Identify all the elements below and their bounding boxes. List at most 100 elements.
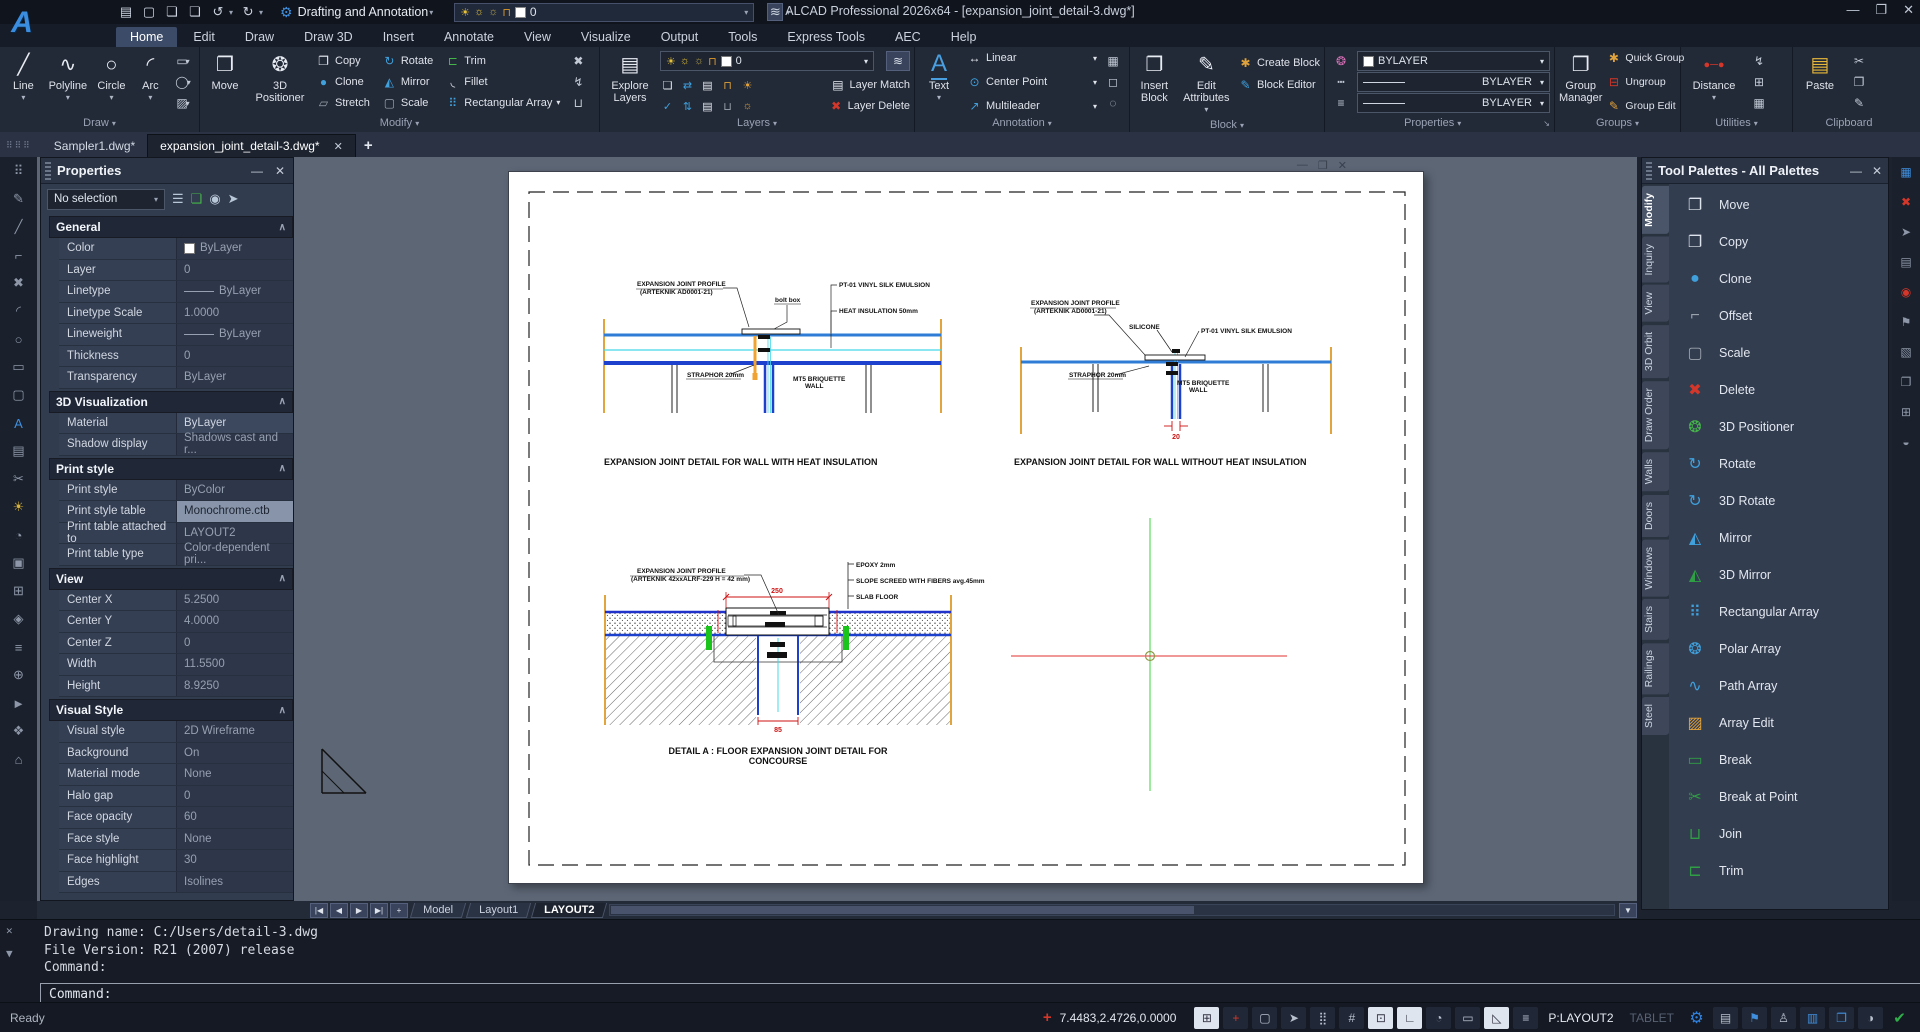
property-value[interactable]: 11.5500 [184,658,225,670]
delete-icon[interactable]: ✖ [566,52,590,70]
layer-tool-icon[interactable]: ▤ [700,79,715,92]
toolbar-grip-icon[interactable]: ⠿ [8,161,30,181]
text-button[interactable]: AText▾ [919,50,959,114]
palette-item-rotate[interactable]: ↻Rotate [1669,445,1888,482]
polar-tracking-toggle[interactable]: ⣿ [1310,1007,1335,1029]
property-value[interactable]: 60 [184,811,197,823]
prev-layout-button[interactable]: ◀ [330,903,348,918]
new-file-icon[interactable]: ▤ [118,3,134,21]
property-row[interactable]: Thickness0 [59,346,293,368]
property-row[interactable]: Print table typeColor-dependent pri... [59,544,293,566]
panel-caption-utilities[interactable]: Utilities▾ [1681,117,1792,132]
tab-tools[interactable]: Tools [714,27,771,47]
annotation-scale-icon[interactable]: ▤ [1713,1007,1738,1029]
plus-grid-icon[interactable]: ⊞ [1896,403,1916,421]
property-value[interactable]: Shadows cast and r... [184,432,293,456]
property-value[interactable]: ByLayer [200,242,242,254]
tab-aec[interactable]: AEC [881,27,935,47]
property-row[interactable]: Width11.5500 [59,654,293,676]
linear-dimension-button[interactable]: ↔Linear▾ [967,51,1097,65]
property-row[interactable]: Print table attached toLAYOUT2 [59,523,293,545]
properties-header[interactable]: Properties — ✕ [41,158,293,184]
palette-tab-stairs[interactable]: Stairs [1642,599,1669,640]
horizontal-scrollbar[interactable] [609,904,1615,916]
toolbar-grip[interactable]: ⠿⠿⠿ [6,140,32,151]
paste-button[interactable]: ▤Paste [1797,50,1843,114]
property-row[interactable]: Layer0 [59,260,293,282]
panel-caption-properties[interactable]: Properties▾↘ [1325,117,1554,132]
property-row[interactable]: Shadow displayShadows cast and r... [59,434,293,456]
table-tool-icon[interactable]: ▤ [8,441,30,461]
property-value[interactable]: Isolines [184,876,223,888]
first-layout-button[interactable]: |◀ [310,903,328,918]
property-value[interactable]: 1.0000 [184,307,219,319]
property-value[interactable]: LAYOUT2 [184,527,236,539]
palette-icon[interactable]: ▤ [1896,253,1916,271]
palette-item-offset[interactable]: ⌐Offset [1669,297,1888,334]
hatch-tool-icon[interactable]: ▣ [8,553,30,573]
close-icon[interactable]: ✕ [334,140,343,153]
property-value[interactable]: ByLayer [219,285,261,297]
property-value[interactable]: 5.2500 [184,594,219,606]
section-3d-visualization[interactable]: 3D Visualization∧ [49,391,293,413]
minimize-button[interactable]: — [1846,2,1859,18]
layer-tool-icon[interactable]: ▤ [700,100,715,113]
tab-model[interactable]: Model [410,903,466,918]
palette-item-join[interactable]: ⊔Join [1669,815,1888,852]
property-row[interactable]: Linetype Scale1.0000 [59,303,293,325]
rectangle-tool-icon[interactable]: ▭ [8,357,30,377]
palette-tab-3d-orbit[interactable]: 3D Orbit [1642,325,1669,378]
layer-filter-button[interactable]: ≋ [767,3,783,21]
layer-tool-icon[interactable]: ✓ [660,100,675,113]
section-visual-style[interactable]: Visual Style∧ [49,699,293,721]
property-value[interactable]: 8.9250 [184,680,219,692]
property-value[interactable]: ByLayer [184,417,226,429]
property-row[interactable]: Print style tableMonochrome.ctb [59,501,293,523]
layer-delete-button[interactable]: ✖Layer Delete [829,99,910,113]
sketch-icon[interactable]: ✎ [8,189,30,209]
property-value[interactable]: 4.0000 [184,615,219,627]
selection-dropdown[interactable]: No selection▾ [47,189,165,210]
property-row[interactable]: Halo gap0 [59,786,293,808]
object-snap-tracking-toggle[interactable]: ∟ [1397,1007,1422,1029]
text-tool-icon[interactable]: A [8,413,30,433]
palette-tab-modify[interactable]: Modify [1642,186,1669,234]
layers-tool-icon[interactable]: ≡ [8,637,30,657]
layer-tool-icon[interactable]: ⇄ [680,79,695,92]
palette-item-rectangular-array[interactable]: ⠿Rectangular Array [1669,593,1888,630]
palette-tab-railings[interactable]: Railings [1642,643,1669,694]
multileader-button[interactable]: ↗Multileader▾ [967,99,1097,113]
palette-item-3d-positioner[interactable]: ❂3D Positioner [1669,408,1888,445]
grid-icon[interactable]: ▦ [1896,163,1916,181]
chevron-down-icon[interactable]: ▾ [229,8,233,17]
block-editor-button[interactable]: ✎Block Editor [1238,78,1320,92]
edit-attributes-button[interactable]: ✎EditAttributes▾ [1179,50,1234,116]
tab-view[interactable]: View [510,27,565,47]
property-value[interactable]: ByLayer [184,371,226,383]
lineweight-icon[interactable]: ≡ [1329,94,1353,112]
palette-item-copy[interactable]: ❐Copy [1669,223,1888,260]
tab-annotate[interactable]: Annotate [430,27,508,47]
palette-grip[interactable] [1646,162,1652,180]
point-style-icon[interactable]: ⊞ [1747,73,1771,91]
palette-item-move[interactable]: ❐Move [1669,186,1888,223]
copy-icon[interactable]: ❐ [1896,373,1916,391]
property-value[interactable]: Color-dependent pri... [184,542,293,566]
overlap-windows-icon[interactable]: ❐ [1829,1007,1854,1029]
property-value[interactable]: 0 [184,350,190,362]
fillet-button[interactable]: ◟Fillet [445,73,560,92]
layout-paper[interactable]: EXPANSION JOINT PROFILE (ARTEKNIK AD0001… [508,171,1424,884]
clone-button[interactable]: ●Clone [316,73,370,92]
layer-tool-icon[interactable]: ⊓ [720,79,735,92]
palette-item-mirror[interactable]: ◭Mirror [1669,519,1888,556]
copy-button[interactable]: ❐Copy [316,52,370,71]
layer-quick-selector[interactable]: ☀ ☼ ☼ ⊓ 0 ▾ [454,3,754,22]
property-row[interactable]: Visual style2D Wireframe [59,721,293,743]
select-objects-icon[interactable]: ❏ [191,191,203,207]
doc-tab-sampler1[interactable]: Sampler1.dwg* [42,135,147,157]
tab-layout2[interactable]: LAYOUT2 [531,903,608,918]
property-row[interactable]: Material modeNone [59,764,293,786]
arc-button[interactable]: ◜Arc▾ [134,50,167,114]
revision-cloud-icon[interactable]: ◌ [1101,94,1125,112]
layer-tool-icon[interactable]: ☀ [740,79,755,92]
